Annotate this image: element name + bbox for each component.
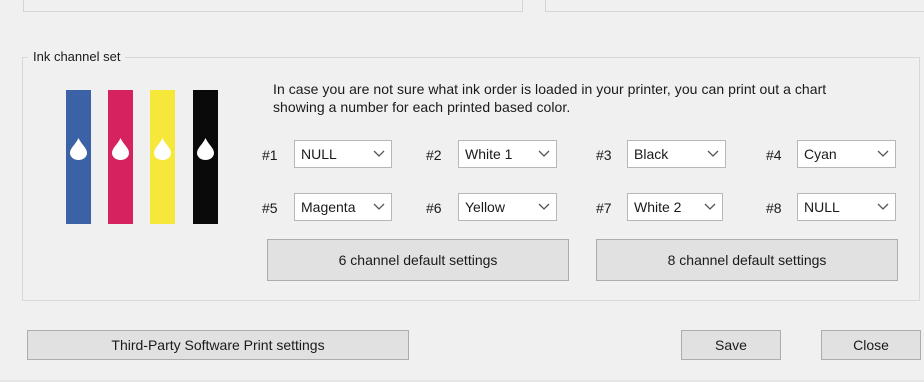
channel-select-2[interactable]: White 1	[458, 140, 557, 168]
save-label: Save	[715, 337, 747, 353]
ink-bar-magenta	[108, 90, 133, 224]
chevron-down-icon	[373, 150, 385, 157]
channel-select-3[interactable]: Black	[627, 140, 726, 168]
ink-drop-icon	[154, 138, 171, 160]
third-party-print-settings-label: Third-Party Software Print settings	[111, 337, 325, 353]
eight-channel-default-button[interactable]: 8 channel default settings	[596, 239, 898, 281]
chevron-down-icon	[707, 150, 719, 157]
top-panel-right	[545, 0, 924, 12]
channel-select-value: NULL	[301, 146, 337, 162]
ink-bar-black	[193, 90, 218, 224]
channel-select-1[interactable]: NULL	[294, 140, 392, 168]
info-text: In case you are not sure what ink order …	[273, 81, 827, 115]
channel-select-value: White 1	[465, 146, 513, 162]
channel-select-value: Cyan	[804, 146, 837, 162]
channel-select-5[interactable]: Magenta	[294, 193, 392, 221]
chevron-down-icon	[877, 203, 889, 210]
top-panel-left	[23, 0, 523, 12]
chevron-down-icon	[538, 203, 550, 210]
six-channel-default-button[interactable]: 6 channel default settings	[267, 239, 569, 281]
channel-select-value: Black	[634, 146, 669, 162]
six-channel-default-label: 6 channel default settings	[338, 252, 498, 268]
channel-label-8: #8	[766, 200, 782, 216]
chevron-down-icon	[538, 150, 550, 157]
ink-drop-icon	[112, 138, 129, 160]
channel-label-4: #4	[766, 147, 782, 163]
ink-drop-icon	[197, 138, 214, 160]
eight-channel-default-label: 8 channel default settings	[667, 252, 827, 268]
channel-select-4[interactable]: Cyan	[797, 140, 896, 168]
group-title: Ink channel set	[28, 49, 126, 65]
channel-label-5: #5	[262, 200, 278, 216]
ink-drop-icon	[70, 138, 87, 160]
close-button[interactable]: Close	[821, 330, 921, 360]
channel-label-6: #6	[426, 200, 442, 216]
channel-select-7[interactable]: White 2	[627, 193, 723, 221]
channel-label-3: #3	[596, 147, 612, 163]
channel-select-value: Yellow	[465, 199, 505, 215]
third-party-print-settings-button[interactable]: Third-Party Software Print settings	[27, 330, 409, 360]
channel-label-7: #7	[596, 200, 612, 216]
chevron-down-icon	[877, 150, 889, 157]
chevron-down-icon	[373, 203, 385, 210]
chevron-down-icon	[704, 203, 716, 210]
channel-select-8[interactable]: NULL	[797, 193, 896, 221]
channel-select-6[interactable]: Yellow	[458, 193, 557, 221]
channel-label-2: #2	[426, 147, 442, 163]
channel-label-1: #1	[262, 147, 278, 163]
save-button[interactable]: Save	[681, 330, 781, 360]
ink-bar-yellow	[150, 90, 175, 224]
channel-select-value: Magenta	[301, 199, 356, 215]
ink-bar-cyan	[66, 90, 91, 224]
channel-select-value: NULL	[804, 199, 840, 215]
close-label: Close	[853, 337, 889, 353]
channel-select-value: White 2	[634, 199, 682, 215]
